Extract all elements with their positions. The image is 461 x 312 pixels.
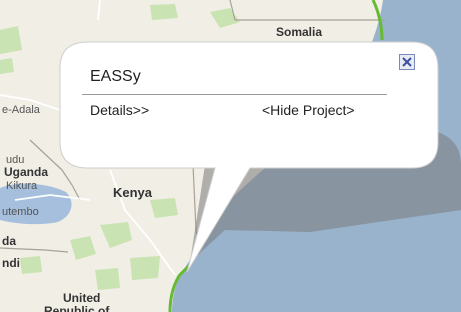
popup-title: EASSy bbox=[90, 68, 141, 85]
place-label: Kenya bbox=[113, 185, 153, 200]
place-label: utembo bbox=[2, 206, 39, 218]
place-label: e-Adala bbox=[2, 104, 40, 116]
popup-divider bbox=[82, 94, 387, 95]
place-label: Republic of bbox=[44, 304, 110, 312]
details-link[interactable]: Details>> bbox=[90, 102, 149, 118]
hide-project-link[interactable]: <Hide Project> bbox=[262, 102, 355, 118]
place-label: Somalia bbox=[276, 25, 323, 39]
close-x-icon[interactable] bbox=[399, 54, 415, 70]
place-label: United bbox=[63, 291, 101, 305]
map-view[interactable]: Somalia e-Adala udu Uganda Kikura Kenya … bbox=[0, 0, 461, 312]
place-label: Uganda bbox=[4, 165, 49, 179]
place-label: ndi bbox=[2, 256, 20, 270]
map-base bbox=[0, 0, 461, 312]
place-label: Kikura bbox=[6, 180, 38, 192]
place-label: da bbox=[2, 234, 17, 248]
